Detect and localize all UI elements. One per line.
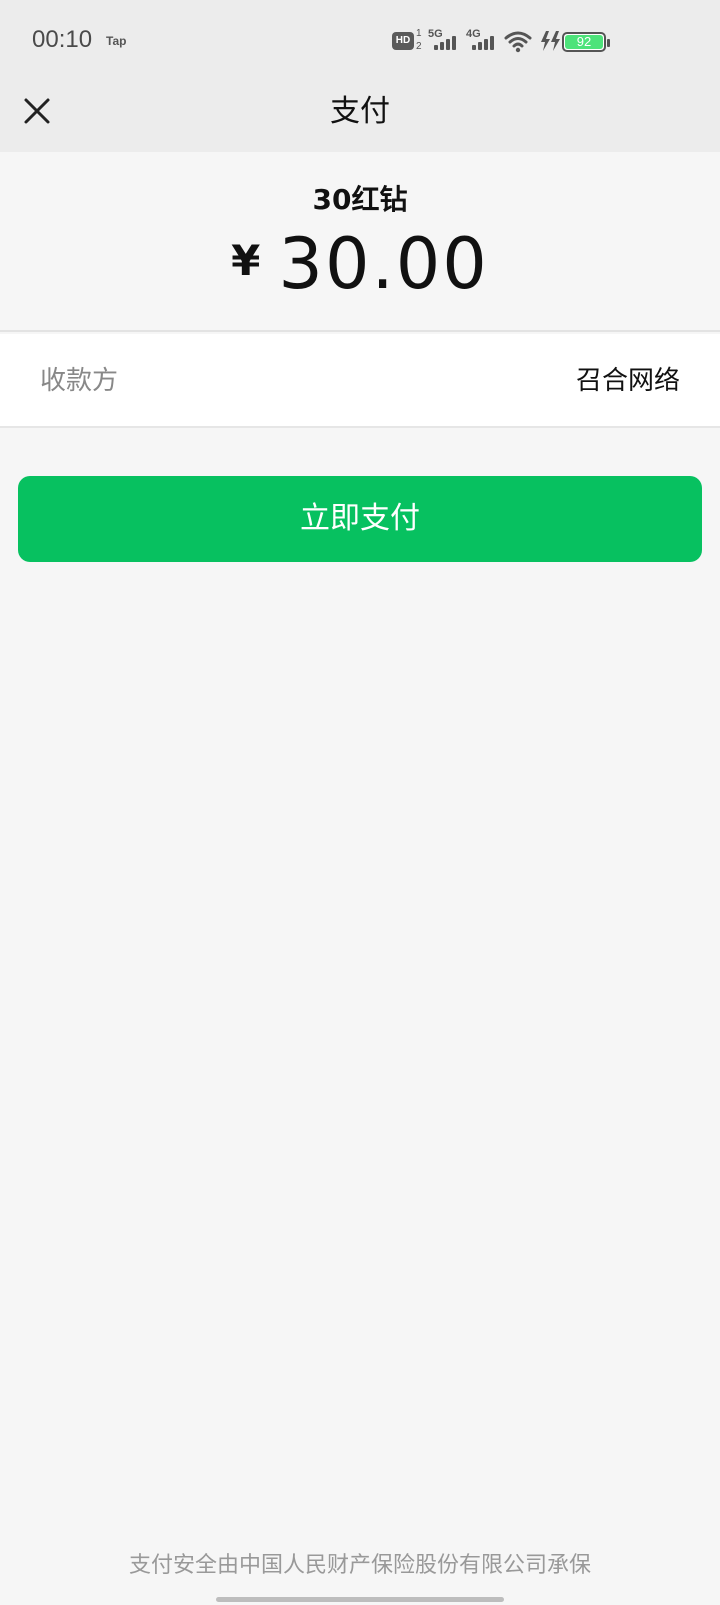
amount-row: ¥30.00 — [0, 224, 720, 304]
hd-sim-1: 1 — [416, 28, 422, 39]
tap-notification-icon: Tap — [106, 34, 127, 48]
payee-label: 收款方 — [40, 366, 119, 396]
signal-bars-icon — [472, 36, 498, 50]
hd-badge: HD — [392, 32, 414, 50]
home-indicator[interactable] — [216, 1597, 504, 1602]
product-name: 30红钻 — [312, 183, 408, 216]
page-title: 支付 — [330, 94, 390, 129]
status-icons: HD 1 2 5G 4G 92 — [392, 28, 622, 56]
battery-level: 92 — [576, 34, 592, 49]
payee-value: 召合网络 — [575, 366, 680, 396]
currency-symbol: ¥ — [231, 236, 261, 285]
status-bar: 00:10 Tap HD 1 2 5G 4G 92 — [0, 0, 720, 82]
payee-row: 收款方 召合网络 — [0, 334, 720, 428]
nav-bar: 支付 — [0, 82, 720, 152]
battery-icon: 92 — [562, 32, 606, 52]
status-time: 00:10 — [32, 26, 93, 53]
battery-cap — [607, 39, 610, 47]
wifi-icon — [504, 30, 532, 58]
amount-section: 30红钻 ¥30.00 — [0, 152, 720, 332]
hd-sim-2: 2 — [416, 41, 422, 52]
payment-amount: 30.00 — [278, 223, 489, 305]
pay-now-button[interactable]: 立即支付 — [18, 476, 702, 562]
insurance-note: 支付安全由中国人民财产保险股份有限公司承保 — [128, 1553, 591, 1578]
signal-bars-icon — [434, 36, 460, 50]
charging-icon — [540, 30, 562, 56]
